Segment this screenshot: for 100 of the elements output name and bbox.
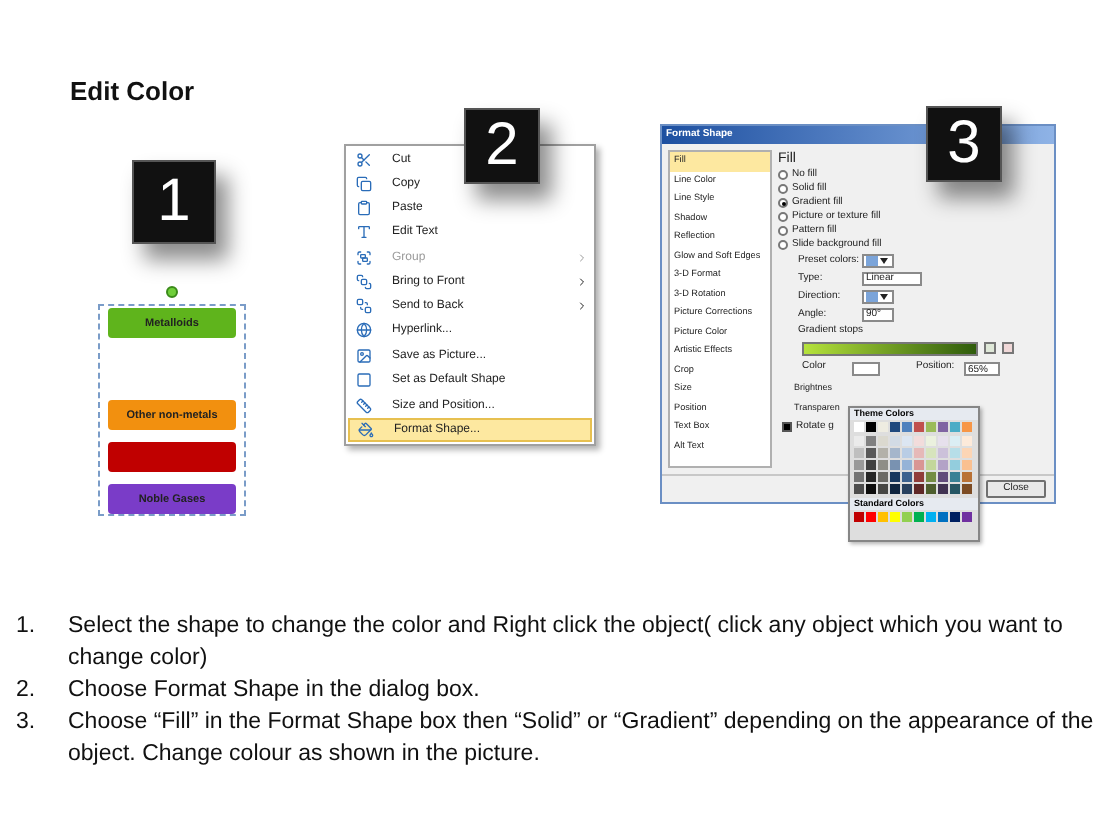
color-swatch[interactable] bbox=[854, 472, 864, 482]
color-swatch[interactable] bbox=[914, 484, 924, 494]
color-swatch[interactable] bbox=[938, 512, 948, 522]
color-swatch[interactable] bbox=[890, 484, 900, 494]
color-swatch[interactable] bbox=[866, 422, 876, 432]
color-swatch[interactable] bbox=[938, 472, 948, 482]
color-swatch[interactable] bbox=[854, 460, 864, 470]
color-swatch[interactable] bbox=[854, 484, 864, 494]
color-swatch[interactable] bbox=[926, 484, 936, 494]
color-picker-button[interactable] bbox=[862, 290, 894, 304]
scissors-icon bbox=[356, 152, 372, 168]
color-swatch[interactable] bbox=[878, 448, 888, 458]
color-swatch[interactable] bbox=[962, 460, 972, 470]
color-swatch[interactable] bbox=[890, 448, 900, 458]
gradient-stops-bar[interactable] bbox=[802, 341, 978, 355]
radio-button[interactable] bbox=[778, 240, 788, 250]
color-swatch[interactable] bbox=[962, 448, 972, 458]
rotation-handle-icon[interactable] bbox=[166, 286, 178, 298]
remove-stop-icon[interactable] bbox=[1002, 342, 1014, 354]
radio-button[interactable] bbox=[778, 198, 788, 208]
color-swatch[interactable] bbox=[962, 422, 972, 432]
color-swatch[interactable] bbox=[854, 436, 864, 446]
color-swatch[interactable] bbox=[878, 472, 888, 482]
color-swatch[interactable] bbox=[950, 448, 960, 458]
color-swatch[interactable] bbox=[938, 422, 948, 432]
color-swatch[interactable] bbox=[854, 422, 864, 432]
color-swatch[interactable] bbox=[902, 448, 912, 458]
checkbox[interactable] bbox=[782, 422, 792, 432]
add-stop-icon[interactable] bbox=[984, 342, 996, 354]
radio-button[interactable] bbox=[778, 170, 788, 180]
color-swatch[interactable] bbox=[914, 436, 924, 446]
color-swatch[interactable] bbox=[902, 472, 912, 482]
color-swatch[interactable] bbox=[962, 512, 972, 522]
color-swatch[interactable] bbox=[890, 512, 900, 522]
paint-bucket-icon bbox=[358, 422, 374, 438]
step-number-badge: 2 bbox=[464, 108, 540, 184]
color-swatch[interactable] bbox=[902, 512, 912, 522]
color-swatch[interactable] bbox=[890, 460, 900, 470]
color-swatch[interactable] bbox=[926, 512, 936, 522]
color-swatch[interactable] bbox=[914, 448, 924, 458]
color-swatch[interactable] bbox=[926, 422, 936, 432]
color-swatch[interactable] bbox=[902, 460, 912, 470]
color-swatch[interactable] bbox=[914, 512, 924, 522]
step-number-badge: 3 bbox=[926, 106, 1002, 182]
radio-button[interactable] bbox=[778, 226, 788, 236]
color-swatch[interactable] bbox=[878, 460, 888, 470]
copy-icon bbox=[356, 176, 372, 192]
ruler-icon bbox=[356, 398, 372, 414]
color-picker-button[interactable] bbox=[862, 254, 894, 268]
color-swatch[interactable] bbox=[878, 422, 888, 432]
color-swatch[interactable] bbox=[950, 436, 960, 446]
color-swatch[interactable] bbox=[902, 422, 912, 432]
color-swatch[interactable] bbox=[890, 436, 900, 446]
color-swatch[interactable] bbox=[866, 472, 876, 482]
color-swatch[interactable] bbox=[950, 460, 960, 470]
color-swatch[interactable] bbox=[938, 436, 948, 446]
color-swatch[interactable] bbox=[890, 422, 900, 432]
color-swatch[interactable] bbox=[938, 448, 948, 458]
color-swatch[interactable] bbox=[962, 484, 972, 494]
color-swatch[interactable] bbox=[962, 436, 972, 446]
color-swatch[interactable] bbox=[866, 512, 876, 522]
color-swatch[interactable] bbox=[926, 436, 936, 446]
color-swatch[interactable] bbox=[926, 460, 936, 470]
radio-button[interactable] bbox=[778, 212, 788, 222]
color-swatch[interactable] bbox=[902, 484, 912, 494]
color-swatch[interactable] bbox=[902, 436, 912, 446]
color-swatch[interactable] bbox=[866, 484, 876, 494]
step-number-badge: 1 bbox=[132, 160, 216, 244]
color-swatch[interactable] bbox=[926, 472, 936, 482]
color-swatch[interactable] bbox=[866, 436, 876, 446]
color-swatch[interactable] bbox=[950, 472, 960, 482]
color-swatch[interactable] bbox=[938, 460, 948, 470]
color-swatch[interactable] bbox=[950, 484, 960, 494]
bring-front-icon bbox=[356, 274, 372, 290]
color-swatch[interactable] bbox=[938, 484, 948, 494]
color-button[interactable] bbox=[852, 361, 880, 375]
step-number: 3. bbox=[16, 708, 38, 738]
clipboard-icon bbox=[356, 200, 372, 216]
color-swatch[interactable] bbox=[926, 448, 936, 458]
slide-title: Edit Color bbox=[70, 74, 195, 110]
color-swatch[interactable] bbox=[854, 448, 864, 458]
color-swatch[interactable] bbox=[854, 512, 864, 522]
shape-bar[interactable] bbox=[108, 442, 236, 472]
color-swatch[interactable] bbox=[866, 460, 876, 470]
color-swatch[interactable] bbox=[878, 436, 888, 446]
square-icon bbox=[356, 372, 372, 388]
color-swatch[interactable] bbox=[914, 422, 924, 432]
color-swatch[interactable] bbox=[962, 472, 972, 482]
color-swatch[interactable] bbox=[950, 422, 960, 432]
color-swatch[interactable] bbox=[914, 460, 924, 470]
color-swatch[interactable] bbox=[950, 512, 960, 522]
color-swatch[interactable] bbox=[878, 484, 888, 494]
color-swatch[interactable] bbox=[866, 448, 876, 458]
color-swatch[interactable] bbox=[890, 472, 900, 482]
step-number: 1. bbox=[16, 612, 38, 642]
radio-button[interactable] bbox=[778, 184, 788, 194]
color-swatch[interactable] bbox=[914, 472, 924, 482]
color-swatch[interactable] bbox=[878, 512, 888, 522]
instruction-text: Select the shape to change the color and Right click the object( click any object which you want to change color) bbox=[68, 612, 1065, 674]
instruction-text: Choose “Fill” in the Format Shape box then “Solid” or “Gradient” depending on the appearance of the object. Change colour as shown in the picture. bbox=[68, 708, 1096, 770]
